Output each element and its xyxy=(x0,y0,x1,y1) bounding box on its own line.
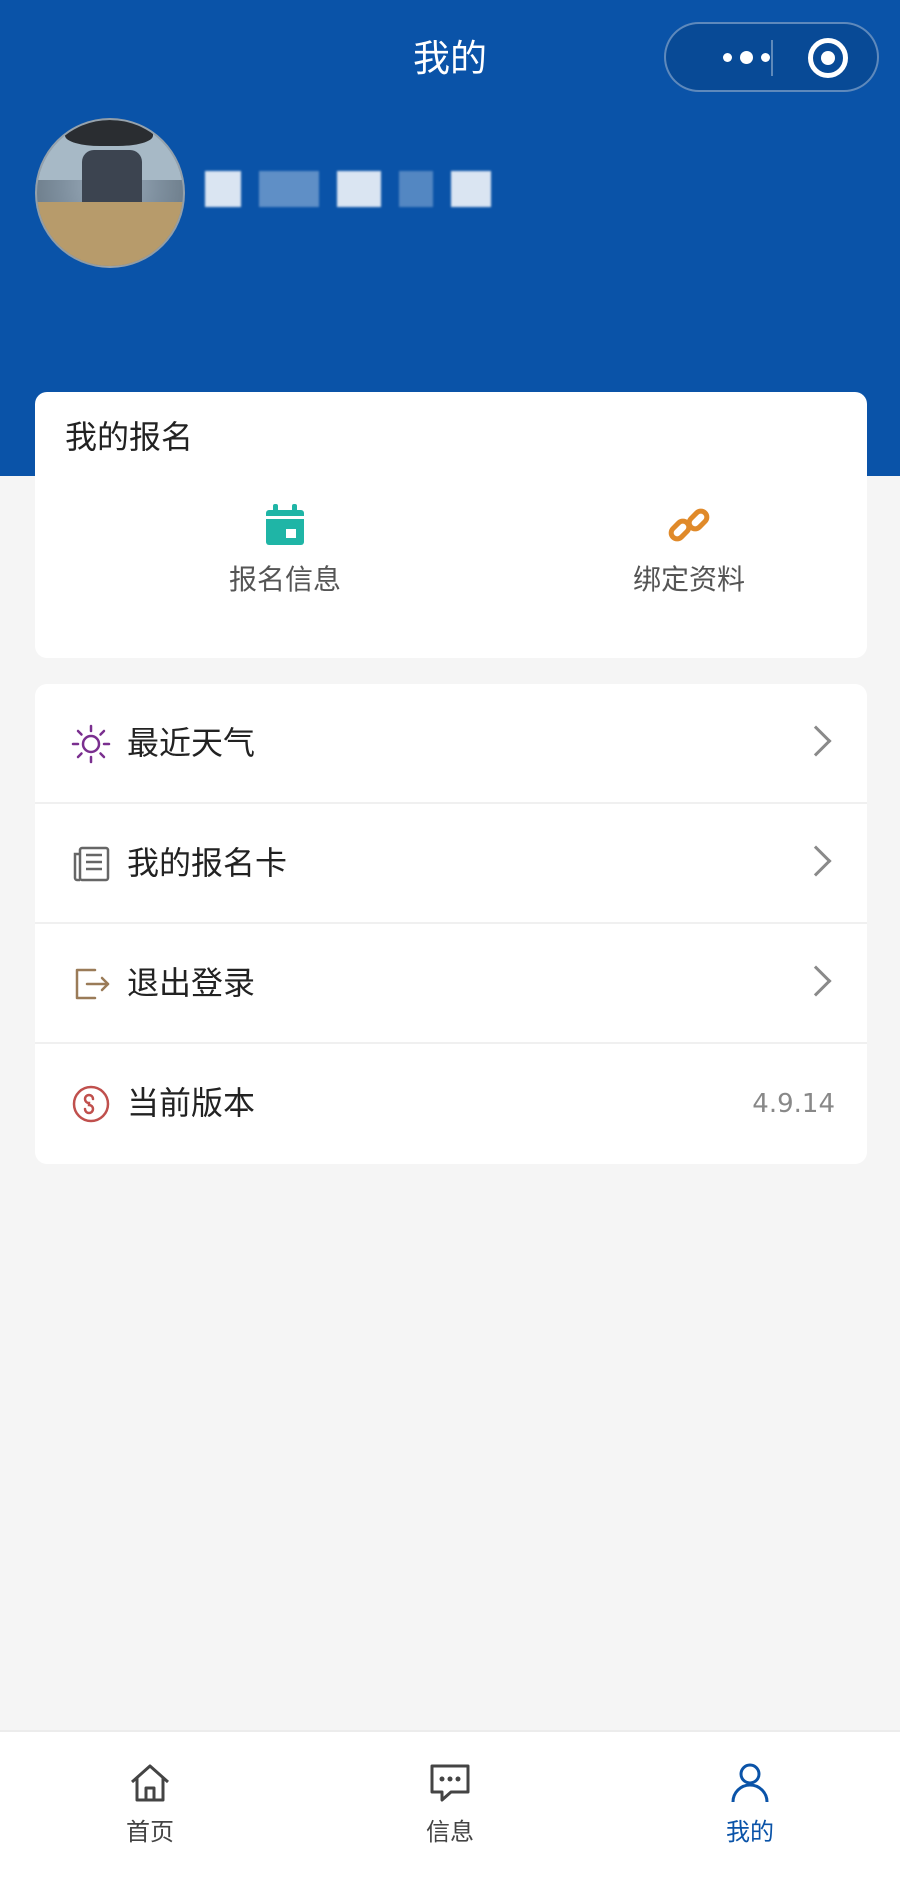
mini-program-icon xyxy=(72,1085,110,1123)
menu-list: 最近天气 我的报名卡 退出登录 当前版本 4.9.14 xyxy=(35,684,867,1164)
page: 我的 我的报名 报名信息 绑定资料 最近天气 我的报名卡 退出登录 当前版本 4… xyxy=(0,0,900,1878)
menu-item-logout[interactable]: 退出登录 xyxy=(35,924,867,1044)
chevron-right-icon xyxy=(800,725,832,757)
newspaper-icon xyxy=(73,846,110,882)
menu-item-version[interactable]: 当前版本 4.9.14 xyxy=(35,1044,867,1164)
tab-mine[interactable]: 我的 xyxy=(675,1760,825,1847)
registration-title: 我的报名 xyxy=(65,418,194,456)
home-icon xyxy=(131,1764,169,1802)
bind-profile-label: 绑定资料 xyxy=(632,563,745,596)
menu-item-label: 退出登录 xyxy=(127,964,256,1002)
logout-icon xyxy=(75,968,110,1000)
tab-label: 信息 xyxy=(426,1818,474,1846)
message-icon xyxy=(430,1764,470,1802)
menu-item-label: 当前版本 xyxy=(127,1084,256,1122)
mini-program-capsule xyxy=(664,22,879,92)
registration-info-label: 报名信息 xyxy=(228,563,341,596)
menu-item-registration-card[interactable]: 我的报名卡 xyxy=(35,804,867,924)
registration-info-button[interactable]: 报名信息 xyxy=(155,502,415,598)
tab-label: 首页 xyxy=(126,1818,174,1846)
calendar-icon xyxy=(266,504,304,545)
link-icon xyxy=(668,508,710,542)
registration-card: 我的报名 报名信息 绑定资料 xyxy=(35,392,867,658)
target-icon[interactable] xyxy=(808,38,848,78)
version-value: 4.9.14 xyxy=(752,1089,835,1119)
chevron-right-icon xyxy=(800,845,832,877)
tab-messages[interactable]: 信息 xyxy=(375,1760,525,1847)
tab-home[interactable]: 首页 xyxy=(75,1760,225,1847)
capsule-divider xyxy=(771,40,773,76)
tab-label: 我的 xyxy=(726,1818,774,1846)
bind-profile-button[interactable]: 绑定资料 xyxy=(559,502,819,598)
menu-item-weather[interactable]: 最近天气 xyxy=(35,684,867,804)
chevron-right-icon xyxy=(800,965,832,997)
menu-item-label: 最近天气 xyxy=(127,724,256,762)
username-redacted xyxy=(205,170,500,208)
sun-icon xyxy=(71,724,111,764)
tab-bar: 首页 信息 我的 xyxy=(0,1730,900,1878)
ellipsis-icon[interactable] xyxy=(696,24,796,90)
avatar[interactable] xyxy=(35,118,185,268)
user-icon xyxy=(731,1763,769,1803)
menu-item-label: 我的报名卡 xyxy=(127,844,288,882)
